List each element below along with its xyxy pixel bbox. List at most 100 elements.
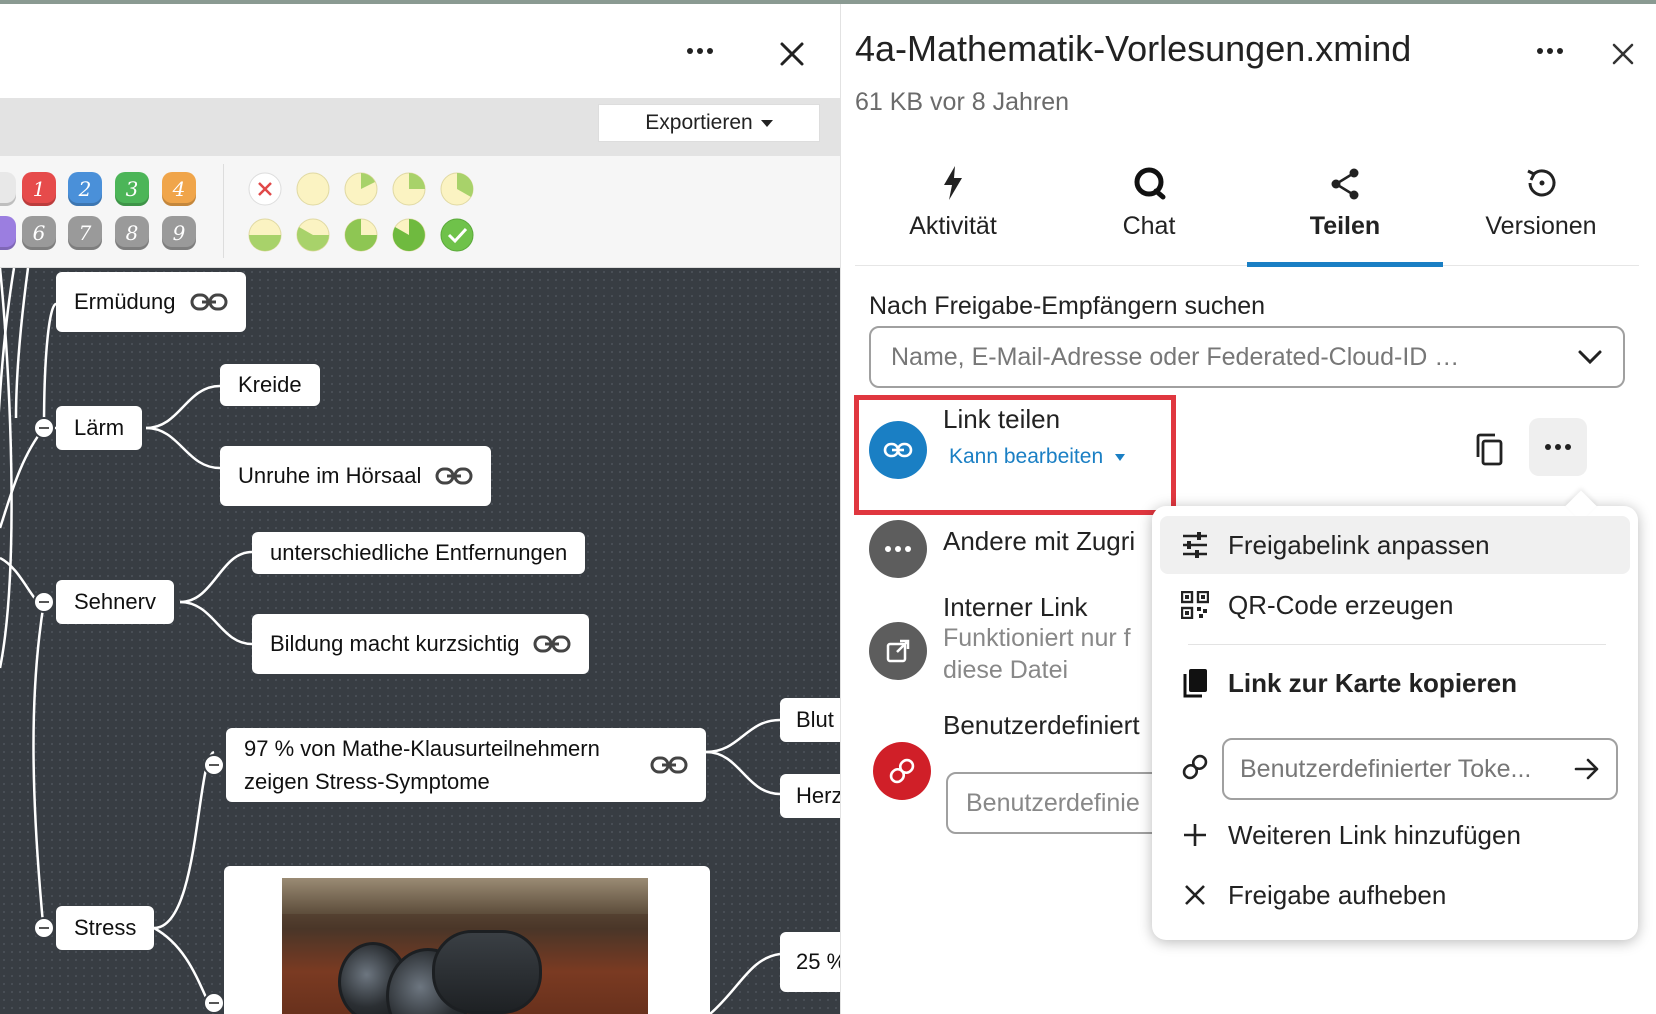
link-icon <box>190 293 228 311</box>
chevron-down-icon[interactable] <box>1577 349 1603 365</box>
more-dots-icon <box>1545 444 1571 450</box>
mindmap-node[interactable]: Blut <box>780 698 840 742</box>
tab-label: Chat <box>1122 212 1176 240</box>
binoculars-image <box>282 878 648 1014</box>
menu-item-add-link[interactable]: Weiteren Link hinzufügen <box>1160 806 1630 864</box>
mindmap-editor: Exportieren 1 2 3 4 6 7 8 9 Ermüdung Lär… <box>0 4 840 1014</box>
collapse-toggle[interactable] <box>203 754 225 776</box>
mindmap-node[interactable]: Lärm <box>56 406 143 450</box>
menu-item-label: QR-Code erzeugen <box>1228 589 1454 620</box>
custom-share-input[interactable]: Benutzerdefinie <box>946 772 1186 834</box>
highlight-box <box>854 395 1176 515</box>
priority-marker-7[interactable]: 7 <box>68 216 102 250</box>
recipient-search[interactable] <box>869 326 1625 388</box>
collapse-toggle[interactable] <box>33 591 55 613</box>
editor-close-button[interactable] <box>772 34 812 74</box>
priority-marker-3[interactable]: 3 <box>115 172 149 206</box>
more-dots-icon <box>1537 48 1563 54</box>
marker-partial-purple[interactable] <box>0 216 16 250</box>
node-label: 25 % <box>796 949 840 974</box>
chat-icon <box>1134 167 1166 200</box>
mindmap-node[interactable]: 97 % von Mathe-Klausurteilnehmern zeigen… <box>226 728 706 802</box>
priority-marker-1[interactable]: 1 <box>22 172 56 206</box>
mindmap-node[interactable]: Unruhe im Hörsaal <box>220 446 492 506</box>
link-actions-menu: Freigabelink anpassen QR-Code erzeugen L… <box>1152 490 1638 940</box>
editor-more-button[interactable] <box>676 36 724 66</box>
palette-divider <box>223 164 224 258</box>
file-meta: 61 KB vor 8 Jahren <box>855 88 1070 116</box>
priority-marker-9[interactable]: 9 <box>162 216 196 250</box>
mindmap-node[interactable]: 25 % <box>780 932 840 992</box>
mindmap-node[interactable]: Stress <box>56 906 155 950</box>
menu-item-label: Weiteren Link hinzufügen <box>1228 819 1521 850</box>
collapse-toggle[interactable] <box>33 417 55 439</box>
mindmap-node[interactable]: unterschiedliche Entfernungen <box>252 532 586 574</box>
link-icon <box>435 467 473 485</box>
export-button[interactable]: Exportieren <box>598 104 820 142</box>
node-label: Blut <box>796 707 834 732</box>
menu-item-unshare[interactable]: Freigabe aufheben <box>1160 866 1630 924</box>
copy-link-button[interactable] <box>1469 428 1509 472</box>
menu-item-label: Freigabe aufheben <box>1228 879 1447 910</box>
priority-marker-8[interactable]: 8 <box>115 216 149 250</box>
qr-code-icon <box>1181 591 1209 619</box>
node-label: Ermüdung <box>74 289 176 314</box>
node-label: Lärm <box>74 415 125 440</box>
node-label-line: zeigen Stress-Symptome <box>244 769 490 794</box>
marker-partial[interactable] <box>0 172 16 206</box>
mindmap-node[interactable]: Herz <box>780 774 840 818</box>
tab-versionen[interactable]: Versionen <box>1443 154 1639 266</box>
menu-item-customize-link[interactable]: Freigabelink anpassen <box>1160 516 1630 574</box>
caret-down-icon <box>760 119 773 127</box>
tab-chat[interactable]: Chat <box>1051 154 1247 266</box>
others-with-access[interactable]: Andere mit Zugri <box>943 526 1135 557</box>
node-label: Stress <box>74 915 137 940</box>
collapse-toggle[interactable] <box>203 992 225 1014</box>
custom-token-input[interactable] <box>1240 754 1560 784</box>
tab-label: Teilen <box>1309 212 1381 240</box>
menu-item-label: Freigabelink anpassen <box>1228 529 1490 560</box>
priority-marker-4[interactable]: 4 <box>162 172 196 206</box>
more-dots-icon <box>687 48 713 54</box>
tab-label: Aktivität <box>909 212 997 240</box>
internal-link-desc: diese Datei <box>943 656 1069 684</box>
link-icon <box>650 756 688 774</box>
sidebar-close-button[interactable] <box>1603 34 1643 74</box>
progress-markers[interactable] <box>248 172 478 254</box>
node-label: Kreide <box>238 372 302 397</box>
history-icon <box>1527 169 1556 197</box>
recipient-search-input[interactable] <box>891 342 1531 372</box>
node-label: Sehnerv <box>74 589 156 614</box>
priority-marker-2[interactable]: 2 <box>68 172 102 206</box>
link-actions-button[interactable] <box>1529 418 1587 476</box>
mindmap-node[interactable]: Ermüdung <box>56 272 246 332</box>
custom-token-field[interactable] <box>1222 738 1618 800</box>
menu-item-qr-code[interactable]: QR-Code erzeugen <box>1160 576 1630 634</box>
collapse-toggle[interactable] <box>33 917 55 939</box>
tab-label: Versionen <box>1485 212 1597 240</box>
tab-teilen[interactable]: Teilen <box>1247 154 1443 267</box>
sidebar-more-button[interactable] <box>1527 36 1573 66</box>
tab-aktivitaet[interactable]: Aktivität <box>855 154 1051 266</box>
copy-icon <box>1476 433 1503 466</box>
copy-card-icon <box>1183 669 1207 698</box>
image-node[interactable] <box>224 866 710 1014</box>
mindmap-canvas[interactable]: Ermüdung Lärm Kreide Unruhe im Hörsaal S… <box>0 268 840 1014</box>
external-link-icon <box>886 639 910 663</box>
node-label-block: 97 % von Mathe-Klausurteilnehmern zeigen… <box>244 732 636 798</box>
menu-item-custom-token <box>1160 738 1220 796</box>
mindmap-node[interactable]: Bildung macht kurzsichtig <box>252 614 590 674</box>
share-icon <box>1331 168 1359 200</box>
node-label-line: 97 % von Mathe-Klausurteilnehmern <box>244 736 600 761</box>
editor-header <box>0 4 840 98</box>
menu-item-label: Link zur Karte kopieren <box>1228 667 1517 698</box>
arrow-right-icon[interactable] <box>1574 758 1600 780</box>
menu-divider <box>1188 644 1606 645</box>
file-title: 4a-Mathematik-Vorlesungen.xmind <box>855 28 1412 69</box>
mindmap-node[interactable]: Kreide <box>220 364 320 406</box>
menu-item-copy-card-link[interactable]: Link zur Karte kopieren <box>1160 654 1630 712</box>
priority-marker-6[interactable]: 6 <box>22 216 56 250</box>
mindmap-node[interactable]: Sehnerv <box>56 580 174 624</box>
node-label: Herz <box>796 783 840 808</box>
link-icon <box>889 758 915 784</box>
